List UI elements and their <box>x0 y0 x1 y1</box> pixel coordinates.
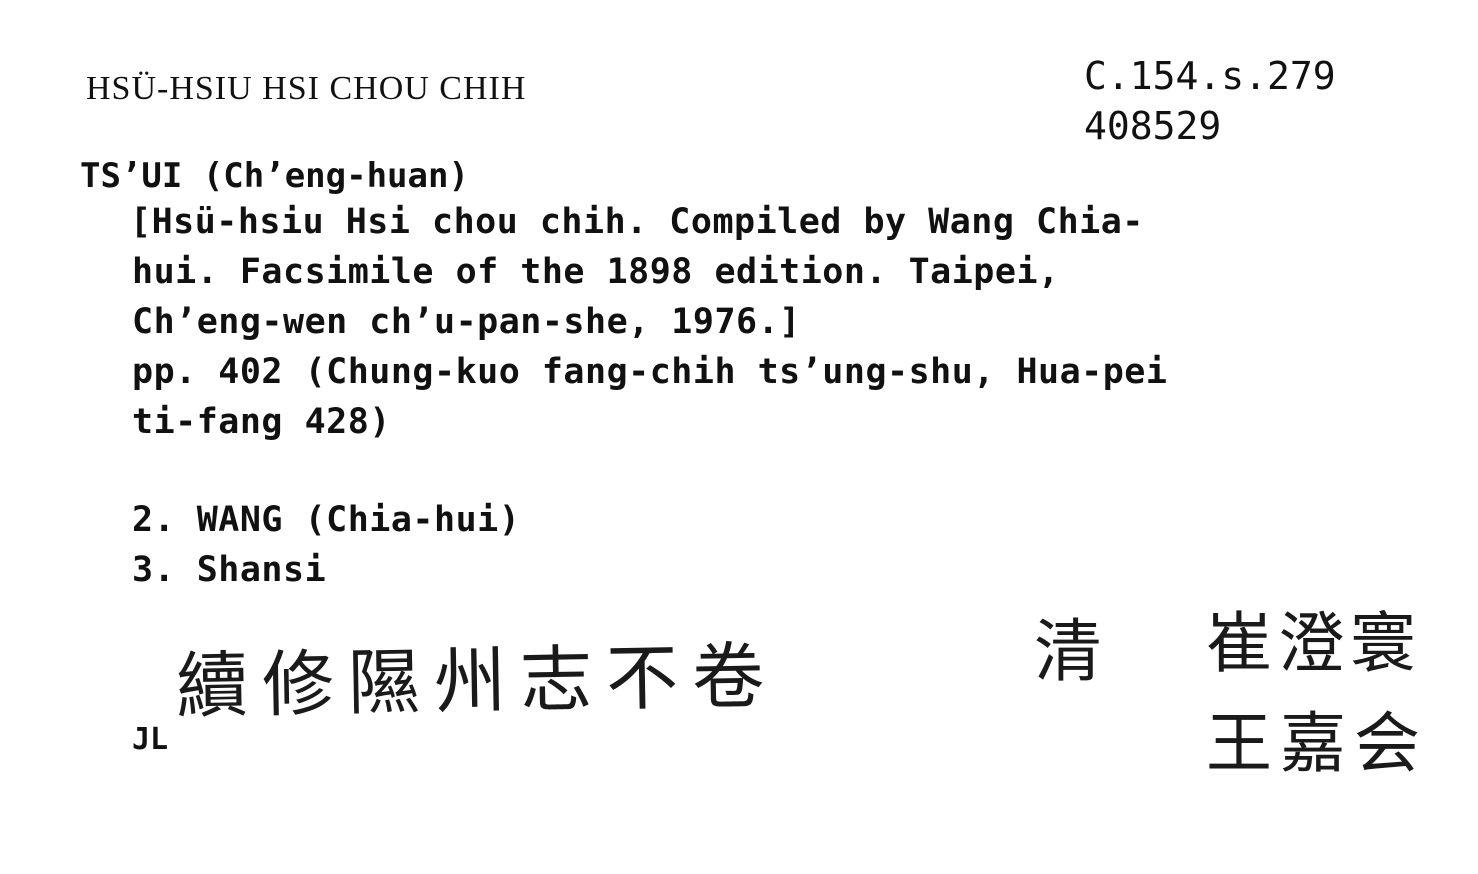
handwritten-author: 崔澄寰 <box>1206 605 1422 682</box>
added-entry-wang: 2. WANG (Chia-hui) <box>132 500 521 540</box>
added-entry-shansi: 3. Shansi <box>132 550 327 590</box>
catalog-card: HSÜ-HSIU HSI CHOU CHIH C.154.s.279 40852… <box>0 0 1478 874</box>
handwritten-title: 續修隰州志不卷 <box>175 633 779 729</box>
description-line-2: hui. Facsimile of the 1898 edition. Taip… <box>132 252 1060 292</box>
author-entry: TS’UI (Ch’eng-huan) <box>80 156 469 196</box>
description-line-1: [Hsü-hsiu Hsi chou chih. Compiled by Wan… <box>130 202 1144 242</box>
card-heading: HSÜ-HSIU HSI CHOU CHIH <box>86 70 527 107</box>
handwritten-compiler: 王嘉会 <box>1206 705 1428 782</box>
description-line-4: pp. 402 (Chung-kuo fang-chih ts’ung-shu,… <box>132 352 1168 392</box>
cataloger-initials: JL <box>132 722 169 757</box>
accession-number: 408529 <box>1084 104 1222 148</box>
description-line-5: ti-fang 428) <box>132 402 391 442</box>
shelfmark: C.154.s.279 <box>1084 54 1336 98</box>
description-line-3: Ch’eng-wen ch’u-pan-she, 1976.] <box>132 302 801 342</box>
handwritten-dynasty: 清 <box>1034 613 1103 692</box>
